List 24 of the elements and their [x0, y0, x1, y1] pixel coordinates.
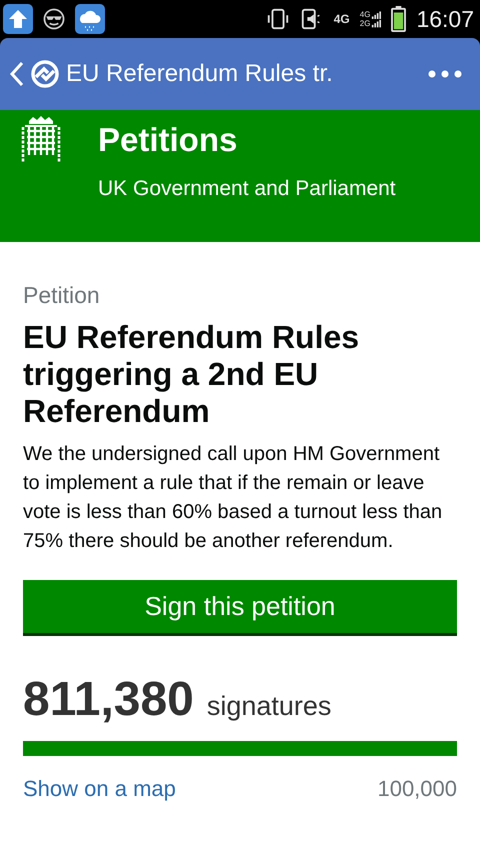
page-title: EU Referendum Rules tr. [66, 60, 334, 88]
back-button[interactable] [10, 61, 24, 87]
site-subtitle: UK Government and Parliament [98, 177, 396, 201]
sign-petition-button[interactable]: Sign this petition [23, 580, 457, 636]
petition-title: EU Referendum Rules triggering a 2nd EU Referendum [23, 319, 360, 430]
signal-label: 4G [360, 10, 370, 19]
battery-icon [391, 6, 406, 32]
upload-icon [3, 4, 33, 34]
show-map-link[interactable]: Show on a map [23, 776, 176, 802]
petition-description: We the undersigned call upon HM Government to implement a rule that if the remain or leave vote is less than 60% based a turnout less than 75% there should be another referendum. [23, 442, 444, 554]
signature-count: 811,380 [23, 672, 194, 727]
sunglasses-face-icon [41, 6, 67, 32]
signature-unit: signatures [206, 691, 332, 722]
weather-icon [75, 4, 105, 34]
threshold-value: 100,000 [377, 776, 457, 802]
vibrate-icon [266, 7, 290, 31]
more-options-button[interactable] [428, 70, 462, 78]
section-label: Petition [23, 282, 101, 309]
network-type: 4G [334, 13, 350, 25]
clock: 16:07 [416, 6, 474, 32]
app-logo-icon [30, 59, 60, 89]
site-title: Petitions [98, 121, 238, 159]
signal-icon [371, 10, 382, 28]
signal-label: 2G [360, 19, 370, 28]
